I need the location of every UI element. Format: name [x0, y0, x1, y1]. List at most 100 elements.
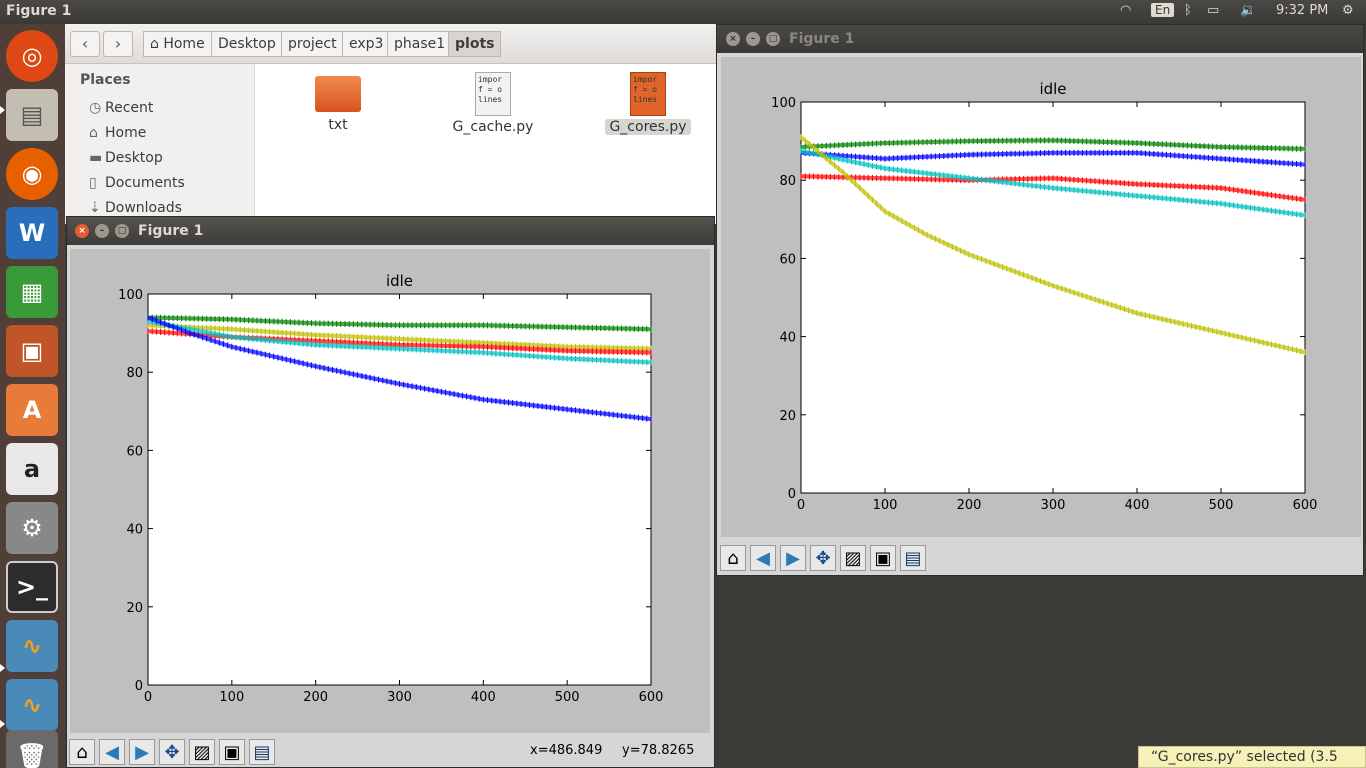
maximize-window-button[interactable]: □	[766, 32, 780, 46]
window-title: Figure 1	[789, 31, 855, 47]
line-chart[interactable]: idle 0 100 200 300 400 500 600 0 20 40 60 80 100	[70, 249, 710, 733]
maximize-window-button[interactable]: □	[115, 224, 129, 238]
ubuntu-dash-icon[interactable]: ◎	[6, 30, 58, 82]
amazon-icon[interactable]: a	[6, 443, 58, 495]
volume-icon[interactable]: 🔉	[1240, 3, 1256, 18]
home-icon[interactable]: ⌂	[69, 739, 95, 765]
x-tick-label: 600	[1293, 498, 1318, 513]
place-home[interactable]: ⌂ Home	[89, 125, 146, 141]
software-center-icon[interactable]: A	[6, 384, 58, 436]
x-tick-label: 0	[797, 498, 805, 513]
terminal-icon[interactable]: >_	[6, 561, 58, 613]
cursor-y-readout: y=78.8265	[622, 743, 695, 758]
zoom-rect-icon[interactable]: ▨	[840, 545, 866, 571]
figure-app-icon[interactable]: ∿	[6, 679, 58, 731]
save-icon[interactable]: ▤	[249, 739, 275, 765]
back-arrow-icon[interactable]: ◀	[99, 739, 125, 765]
y-tick-label: 20	[779, 409, 796, 424]
file-item-selected[interactable]: impor f = o lines G_cores.py	[601, 72, 695, 135]
writer-icon[interactable]: W	[6, 207, 58, 259]
place-downloads[interactable]: ⇣ Downloads	[89, 200, 182, 216]
file-item[interactable]: impor f = o lines G_cache.py	[445, 72, 541, 135]
running-indicator	[0, 106, 5, 114]
breadcrumb-phase1[interactable]: phase1	[387, 31, 453, 57]
figure-app-icon[interactable]: ∿	[6, 620, 58, 672]
breadcrumb-desktop[interactable]: Desktop	[211, 31, 283, 57]
place-desktop[interactable]: ▬ Desktop	[89, 150, 163, 166]
cursor-x-readout: x=486.849	[530, 743, 603, 758]
line-chart[interactable]: idle 0 100 200 300 400 500 600 0 20 40 60 80 100	[721, 57, 1361, 537]
x-tick-label: 400	[471, 690, 496, 705]
impress-icon[interactable]: ▣	[6, 325, 58, 377]
y-tick-label: 100	[771, 96, 796, 111]
x-tick-label: 500	[555, 690, 580, 705]
running-indicator	[0, 720, 5, 728]
window-titlebar[interactable]: × – □ Figure 1	[67, 217, 714, 245]
folder-icon: ▬	[89, 150, 103, 166]
y-tick-label: 80	[779, 174, 796, 189]
keyboard-layout-indicator[interactable]: En	[1151, 3, 1175, 17]
y-tick-label: 100	[118, 288, 143, 303]
pan-icon[interactable]: ✥	[810, 545, 836, 571]
x-tick-label: 300	[1041, 498, 1066, 513]
y-tick-label: 40	[126, 523, 143, 538]
configure-subplots-icon[interactable]: ▣	[219, 739, 245, 765]
breadcrumb-project[interactable]: project	[281, 31, 344, 57]
home-icon[interactable]: ⌂	[720, 545, 746, 571]
forward-arrow-icon[interactable]: ▶	[780, 545, 806, 571]
minimize-window-button[interactable]: –	[746, 32, 760, 46]
calc-icon[interactable]: ▦	[6, 266, 58, 318]
breadcrumb-home[interactable]: ⌂ Home	[143, 31, 212, 57]
y-tick-label: 20	[126, 601, 143, 616]
running-indicator	[0, 664, 5, 672]
place-documents[interactable]: ▯ Documents	[89, 175, 185, 191]
places-heading: Places	[80, 72, 131, 88]
y-tick-label: 60	[779, 252, 796, 267]
chart-title: idle	[1039, 80, 1066, 98]
battery-icon[interactable]: ▭	[1207, 3, 1219, 18]
back-button[interactable]: ‹	[70, 31, 100, 57]
home-icon: ⌂	[150, 36, 159, 52]
minimize-window-button[interactable]: –	[95, 224, 109, 238]
selection-status: “G_cores.py” selected (3.5 kB)	[1138, 746, 1366, 768]
x-tick-label: 600	[639, 690, 664, 705]
x-tick-label: 0	[144, 690, 152, 705]
close-window-button[interactable]: ×	[75, 224, 89, 238]
python-file-icon: impor f = o lines	[475, 72, 511, 116]
plot-canvas[interactable]: idle 0 100 200 300 400 500 600 0 20 40 60 80 100	[70, 249, 710, 733]
forward-button[interactable]: ›	[103, 31, 133, 57]
pan-icon[interactable]: ✥	[159, 739, 185, 765]
chart-title: idle	[386, 272, 413, 290]
close-window-button[interactable]: ×	[726, 32, 740, 46]
zoom-rect-icon[interactable]: ▨	[189, 739, 215, 765]
back-arrow-icon[interactable]: ◀	[750, 545, 776, 571]
bluetooth-icon[interactable]: ᛒ	[1184, 3, 1192, 18]
window-title: Figure 1	[138, 223, 204, 239]
download-icon: ⇣	[89, 200, 101, 216]
firefox-icon[interactable]: ◉	[6, 148, 58, 200]
y-tick-label: 60	[126, 444, 143, 459]
plot-canvas[interactable]: idle 0 100 200 300 400 500 600 0 20 40 60 80 100	[721, 57, 1361, 537]
y-tick-label: 0	[788, 487, 796, 502]
x-tick-label: 100	[219, 690, 244, 705]
breadcrumb-plots[interactable]: plots	[448, 31, 502, 57]
place-recent[interactable]: ◷ Recent	[89, 100, 153, 116]
file-manager-toolbar: ‹ › ⌂ Home Desktop project exp3 phase1 p…	[65, 24, 718, 64]
y-tick-label: 80	[126, 366, 143, 381]
breadcrumb-exp3[interactable]: exp3	[342, 31, 391, 57]
forward-arrow-icon[interactable]: ▶	[129, 739, 155, 765]
clock[interactable]: 9:32 PM	[1276, 3, 1328, 18]
settings-gear-icon[interactable]: ⚙	[1342, 3, 1354, 18]
save-icon[interactable]: ▤	[900, 545, 926, 571]
launcher: ◎ ▤ ◉ W ▦ ▣ A a ⚙ >_ ∿ ∿ 🗑	[0, 24, 65, 768]
wifi-icon[interactable]: ◠	[1120, 3, 1131, 18]
files-icon[interactable]: ▤	[6, 89, 58, 141]
places-sidebar: Places ◷ Recent ⌂ Home ▬ Desktop ▯ Documents…	[65, 64, 255, 224]
window-titlebar[interactable]: × – □ Figure 1	[717, 25, 1363, 53]
system-settings-icon[interactable]: ⚙	[6, 502, 58, 554]
python-file-icon: impor f = o lines	[630, 72, 666, 116]
configure-subplots-icon[interactable]: ▣	[870, 545, 896, 571]
trash-icon[interactable]: 🗑	[6, 730, 58, 768]
file-item[interactable]: txt	[311, 72, 365, 133]
x-tick-label: 200	[957, 498, 982, 513]
